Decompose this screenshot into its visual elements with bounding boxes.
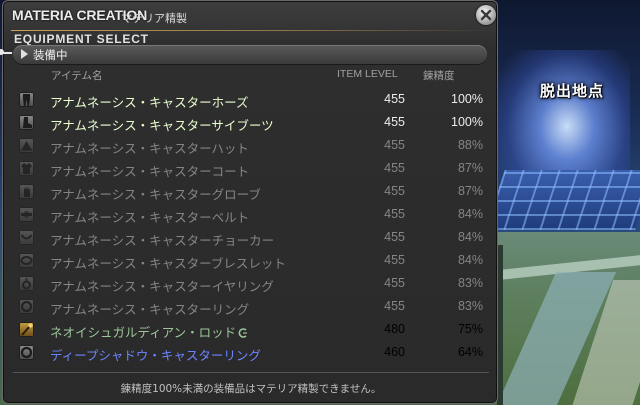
materia-creation-window: MATERIA CREATION マテリア精製 EQUIPMENT SELECT…	[2, 0, 498, 404]
item-name: アナムネーシス・キャスターホーズ	[50, 95, 249, 110]
equipment-row[interactable]: アナムネーシス・キャスターブレスレット 455 84%	[13, 250, 489, 273]
category-header-equipped[interactable]: 装備中	[13, 45, 487, 64]
item-level-value: 455	[384, 207, 405, 221]
title-divider	[11, 30, 495, 31]
ring-icon	[19, 345, 34, 360]
item-level-value: 455	[384, 115, 405, 129]
category-label: 装備中	[33, 48, 68, 62]
item-name: アナムネーシス・キャスターベルト	[50, 210, 250, 225]
column-header-item-level: ITEM LEVEL	[337, 68, 398, 80]
earring-icon	[19, 276, 34, 291]
spiritbond-value: 83%	[457, 299, 483, 313]
column-header-name: アイテム名	[51, 70, 103, 82]
equipment-row[interactable]: アナムネーシス・キャスターハット 455 88%	[13, 135, 489, 158]
item-level-value: 455	[384, 161, 405, 175]
column-header-spiritbond: 錬精度	[423, 70, 455, 82]
item-level-value: 460	[384, 345, 405, 359]
choker-icon	[19, 230, 34, 245]
close-icon	[480, 9, 492, 21]
item-level-value: 455	[384, 92, 405, 106]
spiritbond-value: 88%	[457, 138, 483, 152]
section-title: EQUIPMENT SELECT	[14, 32, 149, 46]
equipment-row[interactable]: アナムネーシス・キャスターサイブーツ 455 100%	[13, 112, 489, 135]
item-level-value: 455	[384, 230, 405, 244]
gloves-icon	[19, 184, 34, 199]
spiritbond-value: 84%	[457, 207, 483, 221]
item-name: アナムネーシス・キャスターブレスレット	[50, 256, 286, 271]
spiritbond-value: 83%	[457, 276, 483, 290]
high-quality-icon	[238, 326, 248, 338]
item-name: アナムネーシス・キャスターハット	[50, 141, 249, 156]
footer-divider	[13, 372, 489, 373]
bracelet-icon	[19, 253, 34, 268]
boots-icon	[19, 115, 34, 130]
rod-icon	[19, 322, 34, 337]
spiritbond-value: 87%	[457, 184, 483, 198]
tiled-floor	[485, 170, 640, 230]
equipment-row[interactable]: ディープシャドウ・キャスターリング 460 64%	[13, 342, 489, 365]
item-name: ディープシャドウ・キャスターリング	[50, 348, 261, 363]
footer-note: 錬精度100%未満の装備品はマテリア精製できません。	[120, 383, 382, 395]
item-level-value: 455	[384, 253, 405, 267]
spiritbond-value: 75%	[457, 322, 483, 336]
equipment-row[interactable]: アナムネーシス・キャスターベルト 455 84%	[13, 204, 489, 227]
item-level-value: 455	[384, 184, 405, 198]
spiritbond-value: 84%	[457, 230, 483, 244]
item-name: ネオイシュガルディアン・ロッド	[50, 322, 248, 341]
item-name: アナムネーシス・キャスターチョーカー	[50, 233, 275, 248]
item-level-value: 480	[384, 322, 405, 336]
item-level-value: 455	[384, 138, 405, 152]
spiritbond-value: 100%	[451, 115, 483, 129]
leggings-icon	[19, 92, 34, 107]
place-name-label: 脱出地点	[540, 82, 605, 100]
item-name: アナムネーシス・キャスターグローブ	[50, 187, 261, 202]
ring-icon	[19, 299, 34, 314]
equipment-row[interactable]: アナムネーシス・キャスターグローブ 455 87%	[13, 181, 489, 204]
equipment-row[interactable]: アナムネーシス・キャスターホーズ 455 100%	[13, 89, 489, 112]
item-name: アナムネーシス・キャスターコート	[50, 164, 250, 179]
item-level-value: 455	[384, 276, 405, 290]
equipment-row[interactable]: アナムネーシス・キャスターイヤリング 455 83%	[13, 273, 489, 296]
spiritbond-value: 87%	[457, 161, 483, 175]
window-subtitle: マテリア精製	[121, 12, 187, 25]
triangle-right-icon	[21, 49, 28, 59]
equipment-row[interactable]: アナムネーシス・キャスターチョーカー 455 84%	[13, 227, 489, 250]
item-level-value: 455	[384, 299, 405, 313]
hat-icon	[19, 138, 34, 153]
spiritbond-value: 84%	[457, 253, 483, 267]
item-name: アナムネーシス・キャスターイヤリング	[50, 279, 274, 294]
equipment-row[interactable]: ネオイシュガルディアン・ロッド 480 75%	[13, 319, 489, 342]
belt-icon	[19, 207, 34, 222]
spiritbond-value: 64%	[457, 345, 483, 359]
equipment-row[interactable]: アナムネーシス・キャスターコート 455 87%	[13, 158, 489, 181]
item-name: アナムネーシス・キャスターサイブーツ	[50, 118, 274, 133]
spiritbond-value: 100%	[451, 92, 483, 106]
equipment-list: アナムネーシス・キャスターホーズ 455 100% アナムネーシス・キャスターサイブー…	[13, 89, 489, 365]
item-name: アナムネーシス・キャスターリング	[50, 302, 250, 317]
close-button[interactable]	[476, 5, 496, 25]
equipment-row[interactable]: アナムネーシス・キャスターリング 455 83%	[13, 296, 489, 319]
coat-icon	[19, 161, 34, 176]
